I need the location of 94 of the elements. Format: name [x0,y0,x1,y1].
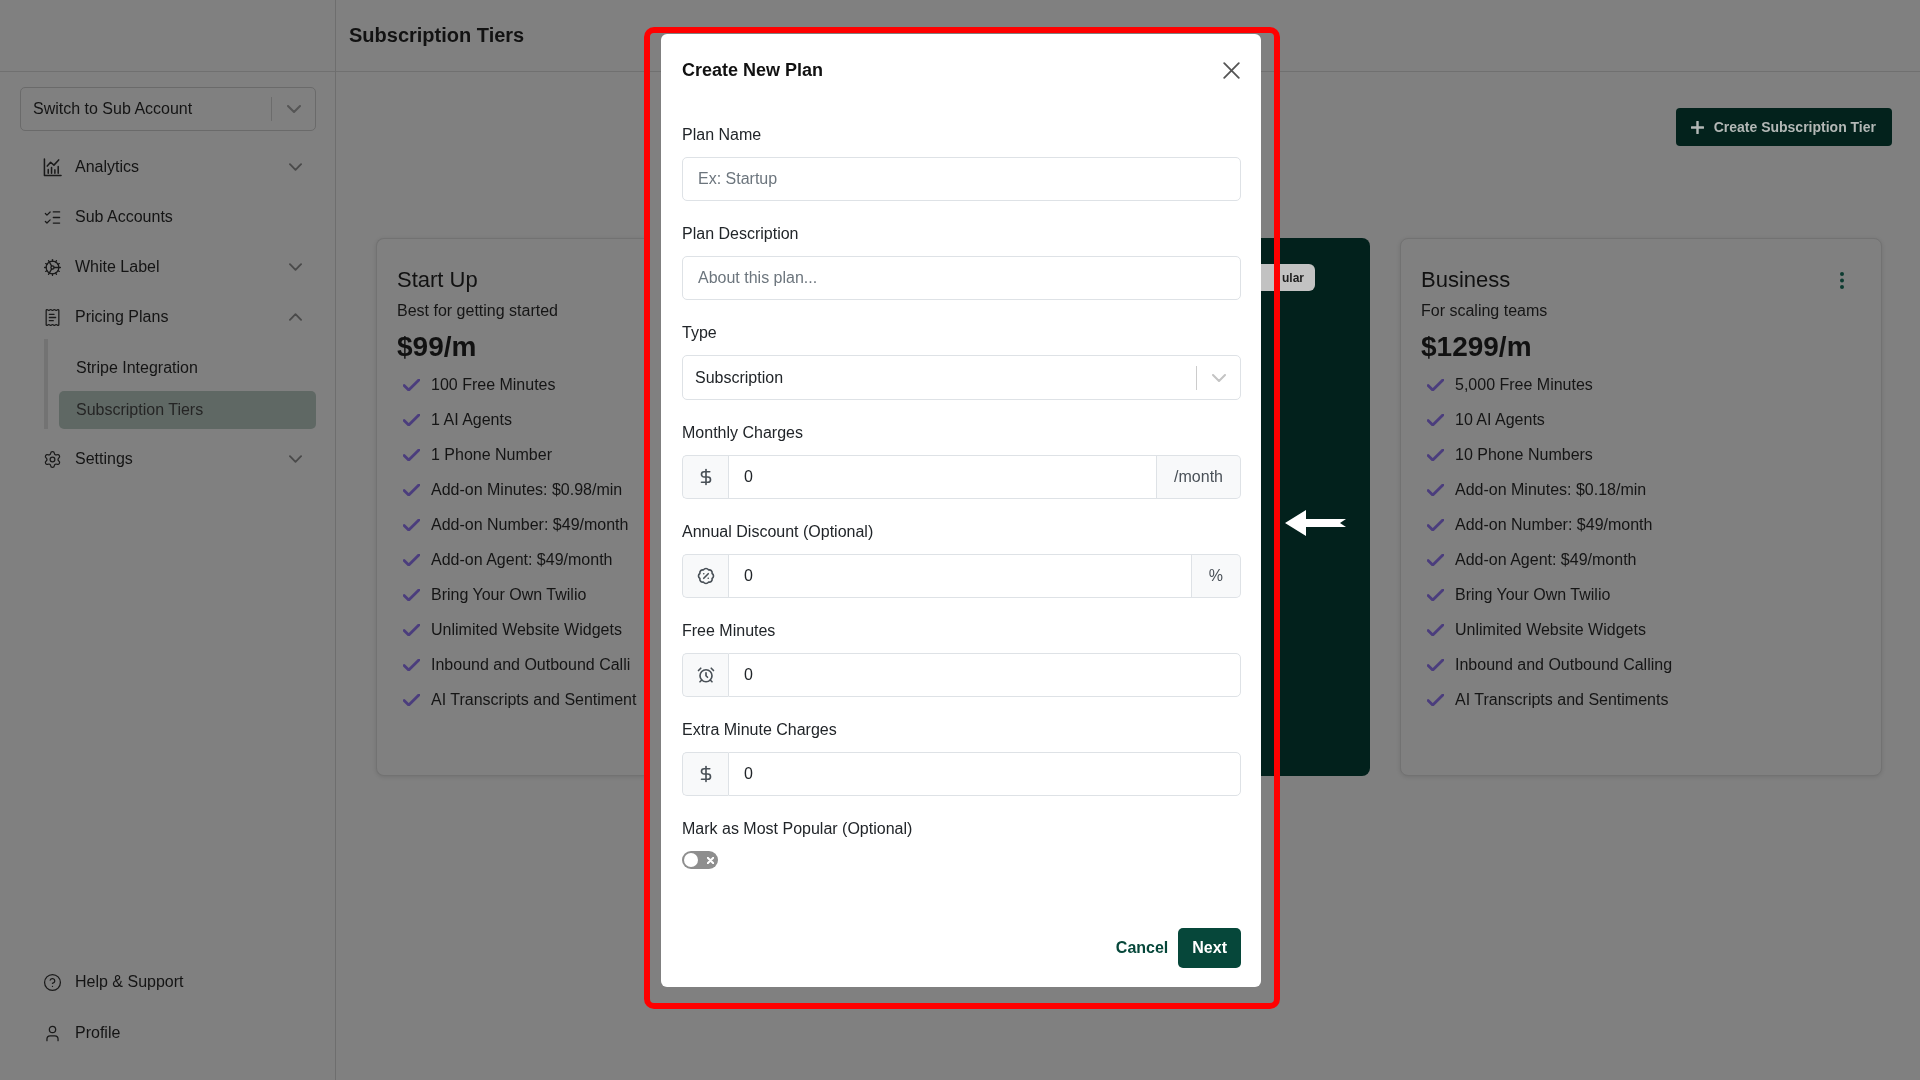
plan-subtitle: For scaling teams [1421,301,1549,321]
feature-text: AI Transcripts and Sentiments [1455,690,1669,709]
number-input[interactable]: 0 [728,752,1241,796]
field-label: Plan Name [682,125,763,145]
feature-text: 10 AI Agents [1455,410,1545,429]
feature-text: Unlimited Website Widgets [1455,620,1646,639]
plan-title: Start Up [397,266,478,294]
nav-subitem[interactable]: Subscription Tiers [59,391,316,429]
help-icon [43,972,62,992]
plus-icon [1690,120,1704,134]
left-arrow-icon [1285,510,1346,536]
check-icon [1427,553,1444,566]
nav-subitem[interactable]: Stripe Integration [59,349,316,387]
percent-badge-icon [696,567,715,585]
check-icon [1427,413,1444,426]
feature-text: 100 Free Minutes [431,375,556,394]
nav-item[interactable]: Profile [20,1013,316,1053]
x-icon [707,856,714,864]
feature-text: Add-on Minutes: $0.18/min [1455,480,1647,499]
feature-text: Add-on Number: $49/month [1455,515,1653,534]
feature-text: 5,000 Free Minutes [1455,375,1593,394]
toggle-switch[interactable] [682,851,718,869]
nav-item[interactable]: White Label [20,247,316,287]
check-icon [403,483,420,496]
nav-item[interactable]: Help & Support [20,962,316,1002]
chart-icon [43,157,62,177]
cancel-button[interactable]: Cancel [1115,928,1169,968]
feature-text: Add-on Number: $49/month [431,515,629,534]
field-label: Mark as Most Popular (Optional) [682,819,914,839]
gear-icon [43,257,62,277]
check-icon [403,448,420,461]
feature-text: Inbound and Outbound Calling [1455,655,1673,674]
settings-icon [43,449,62,469]
input-suffix: % [1191,554,1241,598]
receipt-icon [43,307,62,327]
plan-price: $99/m [397,330,478,364]
nav-item[interactable]: Analytics [20,147,316,187]
text-input[interactable]: Ex: Startup [682,157,1241,201]
feature-text: Add-on Minutes: $0.98/min [431,480,623,499]
chevron-down-icon [1211,373,1226,382]
plan-subtitle: Best for getting started [397,301,559,321]
nav-item[interactable]: Sub Accounts [20,197,316,237]
feature-text: 1 Phone Number [431,445,552,464]
feature-text: 1 AI Agents [431,410,512,429]
check-icon [403,553,420,566]
check-icon [1427,658,1444,671]
check-icon [1427,483,1444,496]
plan-price: $1299/m [1421,330,1533,364]
check-icon [403,413,420,426]
plan-title: Business [1421,266,1511,294]
feature-text: 10 Phone Numbers [1455,445,1593,464]
field-label: Extra Minute Charges [682,720,838,740]
person-icon [43,1023,62,1043]
feature-text: AI Transcripts and Sentiment [431,690,637,709]
create-tier-button[interactable]: Create Subscription Tier [1675,108,1892,146]
field-label: Monthly Charges [682,423,804,443]
feature-text: Add-on Agent: $49/month [431,550,613,569]
feature-text: Unlimited Website Widgets [431,620,622,639]
account-select[interactable]: Switch to Sub Account [20,87,316,131]
submit-button[interactable]: Next [1178,928,1241,968]
number-input[interactable]: 0 [728,554,1192,598]
feature-text: Inbound and Outbound Calli [431,655,631,674]
check-icon [403,693,420,706]
number-input[interactable]: 0 [728,653,1241,697]
check-icon [1427,623,1444,636]
check-icon [1427,518,1444,531]
nav-item[interactable]: Pricing Plans [20,297,316,337]
check-icon [403,623,420,636]
check-icon [403,378,420,391]
check-icon [403,658,420,671]
check-icon [1427,588,1444,601]
field-label: Annual Discount (Optional) [682,522,875,542]
nav-item[interactable]: Settings [20,439,316,479]
check-icon [1427,693,1444,706]
check-icon [403,518,420,531]
feature-text: Bring Your Own Twilio [1455,585,1611,604]
input-suffix: /month [1157,455,1241,499]
alarm-clock-icon [696,666,715,684]
field-label: Free Minutes [682,621,777,641]
text-input[interactable]: About this plan... [682,256,1241,300]
field-label: Plan Description [682,224,800,244]
field-label: Type [682,323,718,343]
check-icon [1427,378,1444,391]
chevron-down-icon [286,105,301,113]
kebab-menu-icon[interactable] [1840,271,1844,289]
page-title: Subscription Tiers [349,24,525,47]
feature-text: Add-on Agent: $49/month [1455,550,1637,569]
select-field[interactable]: Subscription [682,355,1241,400]
dialog-title: Create New Plan [682,59,824,81]
number-input[interactable]: 0 [728,455,1158,499]
check-icon [403,588,420,601]
feature-text: Bring Your Own Twilio [431,585,587,604]
check-icon [1427,448,1444,461]
close-icon[interactable] [1223,61,1240,79]
